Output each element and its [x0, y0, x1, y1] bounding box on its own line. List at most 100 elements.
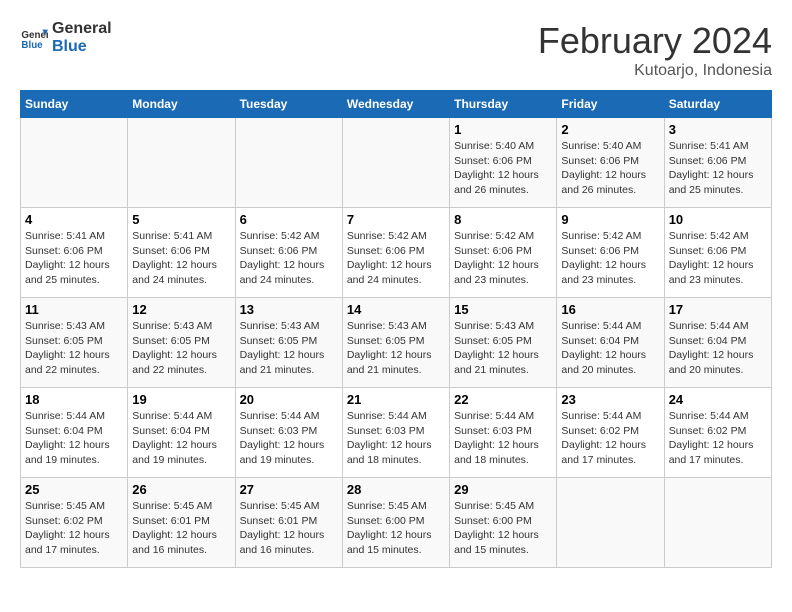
- calendar-cell: 27 Sunrise: 5:45 AM Sunset: 6:01 PM Dayli…: [235, 478, 342, 568]
- day-number: 6: [240, 212, 338, 227]
- day-number: 10: [669, 212, 767, 227]
- day-info: Sunrise: 5:44 AM Sunset: 6:04 PM Dayligh…: [669, 319, 767, 378]
- calendar-week-5: 25 Sunrise: 5:45 AM Sunset: 6:02 PM Dayli…: [21, 478, 772, 568]
- calendar-cell: 1 Sunrise: 5:40 AM Sunset: 6:06 PM Daylig…: [450, 118, 557, 208]
- day-info: Sunrise: 5:45 AM Sunset: 6:02 PM Dayligh…: [25, 499, 123, 558]
- weekday-header-wednesday: Wednesday: [342, 91, 449, 118]
- day-number: 8: [454, 212, 552, 227]
- weekday-header-saturday: Saturday: [664, 91, 771, 118]
- calendar-cell: 23 Sunrise: 5:44 AM Sunset: 6:02 PM Dayli…: [557, 388, 664, 478]
- weekday-header-tuesday: Tuesday: [235, 91, 342, 118]
- calendar-cell: [342, 118, 449, 208]
- day-info: Sunrise: 5:44 AM Sunset: 6:03 PM Dayligh…: [454, 409, 552, 468]
- day-number: 22: [454, 392, 552, 407]
- calendar-cell: 9Sunrise: 5:42 AM Sunset: 6:06 PM Daylig…: [557, 208, 664, 298]
- calendar-body: 1 Sunrise: 5:40 AM Sunset: 6:06 PM Daylig…: [21, 118, 772, 568]
- day-info: Sunrise: 5:43 AM Sunset: 6:05 PM Dayligh…: [25, 319, 123, 378]
- day-info: Sunrise: 5:41 AM Sunset: 6:06 PM Dayligh…: [25, 229, 123, 288]
- calendar-cell: 21 Sunrise: 5:44 AM Sunset: 6:03 PM Dayli…: [342, 388, 449, 478]
- logo-icon: General Blue: [20, 24, 48, 52]
- day-info: Sunrise: 5:45 AM Sunset: 6:01 PM Dayligh…: [240, 499, 338, 558]
- day-info: Sunrise: 5:40 AM Sunset: 6:06 PM Dayligh…: [454, 139, 552, 198]
- day-info: Sunrise: 5:43 AM Sunset: 6:05 PM Dayligh…: [347, 319, 445, 378]
- day-number: 16: [561, 302, 659, 317]
- calendar-cell: 13 Sunrise: 5:43 AM Sunset: 6:05 PM Dayli…: [235, 298, 342, 388]
- calendar-cell: [557, 478, 664, 568]
- day-number: 14: [347, 302, 445, 317]
- day-number: 24: [669, 392, 767, 407]
- day-info: Sunrise: 5:44 AM Sunset: 6:03 PM Dayligh…: [240, 409, 338, 468]
- calendar-cell: 7Sunrise: 5:42 AM Sunset: 6:06 PM Daylig…: [342, 208, 449, 298]
- day-number: 7: [347, 212, 445, 227]
- calendar-cell: 5 Sunrise: 5:41 AM Sunset: 6:06 PM Daylig…: [128, 208, 235, 298]
- calendar-cell: 28 Sunrise: 5:45 AM Sunset: 6:00 PM Dayli…: [342, 478, 449, 568]
- calendar-cell: [21, 118, 128, 208]
- calendar-week-3: 11 Sunrise: 5:43 AM Sunset: 6:05 PM Dayli…: [21, 298, 772, 388]
- day-info: Sunrise: 5:45 AM Sunset: 6:00 PM Dayligh…: [454, 499, 552, 558]
- calendar-week-1: 1 Sunrise: 5:40 AM Sunset: 6:06 PM Daylig…: [21, 118, 772, 208]
- calendar-cell: 24 Sunrise: 5:44 AM Sunset: 6:02 PM Dayli…: [664, 388, 771, 478]
- day-info: Sunrise: 5:44 AM Sunset: 6:04 PM Dayligh…: [25, 409, 123, 468]
- location: Kutoarjo, Indonesia: [538, 62, 772, 80]
- day-info: Sunrise: 5:42 AM Sunset: 6:06 PM Dayligh…: [454, 229, 552, 288]
- day-info: Sunrise: 5:44 AM Sunset: 6:04 PM Dayligh…: [561, 319, 659, 378]
- day-number: 27: [240, 482, 338, 497]
- day-number: 25: [25, 482, 123, 497]
- day-number: 26: [132, 482, 230, 497]
- calendar-cell: 15Sunrise: 5:43 AM Sunset: 6:05 PM Dayli…: [450, 298, 557, 388]
- calendar-cell: 16 Sunrise: 5:44 AM Sunset: 6:04 PM Dayli…: [557, 298, 664, 388]
- day-number: 2: [561, 122, 659, 137]
- day-info: Sunrise: 5:44 AM Sunset: 6:02 PM Dayligh…: [669, 409, 767, 468]
- calendar-cell: 2 Sunrise: 5:40 AM Sunset: 6:06 PM Daylig…: [557, 118, 664, 208]
- svg-text:Blue: Blue: [21, 39, 43, 50]
- day-number: 5: [132, 212, 230, 227]
- day-number: 13: [240, 302, 338, 317]
- calendar-cell: 26Sunrise: 5:45 AM Sunset: 6:01 PM Dayli…: [128, 478, 235, 568]
- month-year: February 2024: [538, 20, 772, 62]
- calendar-cell: 6 Sunrise: 5:42 AM Sunset: 6:06 PM Daylig…: [235, 208, 342, 298]
- day-number: 12: [132, 302, 230, 317]
- day-number: 4: [25, 212, 123, 227]
- day-info: Sunrise: 5:44 AM Sunset: 6:02 PM Dayligh…: [561, 409, 659, 468]
- day-number: 17: [669, 302, 767, 317]
- day-number: 20: [240, 392, 338, 407]
- day-number: 23: [561, 392, 659, 407]
- title-block: February 2024 Kutoarjo, Indonesia: [538, 20, 772, 80]
- day-info: Sunrise: 5:42 AM Sunset: 6:06 PM Dayligh…: [669, 229, 767, 288]
- day-info: Sunrise: 5:45 AM Sunset: 6:00 PM Dayligh…: [347, 499, 445, 558]
- day-number: 15: [454, 302, 552, 317]
- calendar-cell: 3Sunrise: 5:41 AM Sunset: 6:06 PM Daylig…: [664, 118, 771, 208]
- day-number: 1: [454, 122, 552, 137]
- calendar-cell: 11 Sunrise: 5:43 AM Sunset: 6:05 PM Dayli…: [21, 298, 128, 388]
- calendar-cell: 8 Sunrise: 5:42 AM Sunset: 6:06 PM Daylig…: [450, 208, 557, 298]
- logo: General Blue General Blue: [20, 20, 112, 55]
- calendar-cell: 29Sunrise: 5:45 AM Sunset: 6:00 PM Dayli…: [450, 478, 557, 568]
- day-info: Sunrise: 5:44 AM Sunset: 6:03 PM Dayligh…: [347, 409, 445, 468]
- day-info: Sunrise: 5:43 AM Sunset: 6:05 PM Dayligh…: [132, 319, 230, 378]
- day-info: Sunrise: 5:41 AM Sunset: 6:06 PM Dayligh…: [669, 139, 767, 198]
- calendar-week-2: 4 Sunrise: 5:41 AM Sunset: 6:06 PM Daylig…: [21, 208, 772, 298]
- weekday-header-thursday: Thursday: [450, 91, 557, 118]
- calendar-cell: 22 Sunrise: 5:44 AM Sunset: 6:03 PM Dayli…: [450, 388, 557, 478]
- calendar-cell: 10 Sunrise: 5:42 AM Sunset: 6:06 PM Dayli…: [664, 208, 771, 298]
- day-number: 11: [25, 302, 123, 317]
- day-number: 21: [347, 392, 445, 407]
- day-info: Sunrise: 5:40 AM Sunset: 6:06 PM Dayligh…: [561, 139, 659, 198]
- logo-text-line1: General: [52, 20, 112, 38]
- calendar-cell: [235, 118, 342, 208]
- weekday-header-monday: Monday: [128, 91, 235, 118]
- day-number: 18: [25, 392, 123, 407]
- day-info: Sunrise: 5:43 AM Sunset: 6:05 PM Dayligh…: [240, 319, 338, 378]
- day-number: 19: [132, 392, 230, 407]
- day-number: 28: [347, 482, 445, 497]
- calendar-table: SundayMondayTuesdayWednesdayThursdayFrid…: [20, 90, 772, 568]
- calendar-cell: 19 Sunrise: 5:44 AM Sunset: 6:04 PM Dayli…: [128, 388, 235, 478]
- day-info: Sunrise: 5:41 AM Sunset: 6:06 PM Dayligh…: [132, 229, 230, 288]
- day-info: Sunrise: 5:44 AM Sunset: 6:04 PM Dayligh…: [132, 409, 230, 468]
- calendar-cell: 4 Sunrise: 5:41 AM Sunset: 6:06 PM Daylig…: [21, 208, 128, 298]
- day-number: 9: [561, 212, 659, 227]
- calendar-cell: 25 Sunrise: 5:45 AM Sunset: 6:02 PM Dayli…: [21, 478, 128, 568]
- day-info: Sunrise: 5:42 AM Sunset: 6:06 PM Dayligh…: [240, 229, 338, 288]
- logo-text-line2: Blue: [52, 38, 112, 56]
- calendar-cell: 18 Sunrise: 5:44 AM Sunset: 6:04 PM Dayli…: [21, 388, 128, 478]
